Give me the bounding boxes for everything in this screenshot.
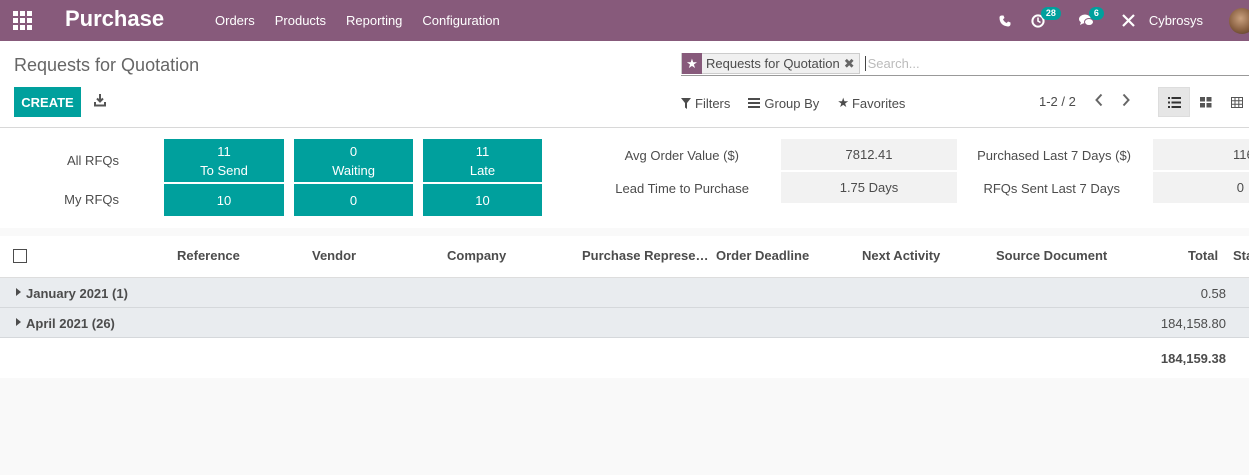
tile-count: 11 [217, 143, 231, 159]
list-view-button[interactable] [1158, 87, 1190, 117]
filter-icon [681, 97, 691, 109]
kpi-purchased-7-days: 11602 [1153, 139, 1249, 170]
kpi-rfqs-sent-label: RFQs Sent Last 7 Days [983, 181, 1120, 196]
search-bar: ★ Requests for Quotation ✖ [681, 52, 1249, 76]
column-total[interactable]: Total [1188, 248, 1218, 263]
activity-icon[interactable]: 28 [1031, 6, 1061, 28]
star-icon: ★ [682, 53, 702, 74]
tile-count: 10 [216, 192, 232, 208]
filters-label: Filters [695, 95, 731, 111]
column-reference[interactable]: Reference [177, 248, 240, 263]
systray: 28 6 Cybrosys [999, 0, 1249, 41]
user-menu[interactable]: Cybrosys [1149, 13, 1203, 28]
my-rfqs-label: My RFQs [64, 192, 119, 207]
search-options: Filters Group By ★ Favorites [681, 95, 923, 111]
kpi-purchased-7-days-label: Purchased Last 7 Days ($) [977, 148, 1131, 163]
group-row-april-2021[interactable]: April 2021 (26) 184,158.80 [0, 308, 1249, 338]
table-view-icon [1231, 96, 1243, 108]
menu-products[interactable]: Products [265, 13, 336, 28]
app-brand[interactable]: Purchase [65, 6, 164, 32]
phone-icon[interactable] [999, 15, 1011, 27]
list-footer: 184,159.38 [0, 338, 1249, 378]
column-next-activity[interactable]: Next Activity [862, 248, 940, 263]
list-header: Reference Vendor Company Purchase Repres… [0, 236, 1249, 278]
column-status[interactable]: Sta [1233, 248, 1249, 263]
messages-icon[interactable]: 6 [1078, 7, 1104, 27]
tile-my-waiting[interactable]: 0 [294, 184, 413, 216]
create-button[interactable]: CREATE [14, 87, 81, 117]
caret-right-icon [16, 318, 21, 326]
tile-my-to-send[interactable]: 10 [164, 184, 284, 216]
tile-all-waiting[interactable]: 0 Waiting [294, 139, 413, 182]
group-by-button[interactable]: Group By [748, 96, 819, 111]
column-purchase-representative[interactable]: Purchase Represe… [582, 248, 708, 263]
group-total: 0.58 [1200, 286, 1226, 301]
kanban-view-button[interactable] [1190, 87, 1222, 117]
menu-configuration[interactable]: Configuration [412, 13, 509, 28]
group-by-label: Group By [764, 95, 820, 111]
column-company[interactable]: Company [447, 248, 506, 263]
pager-next-icon[interactable] [1121, 93, 1131, 110]
column-order-deadline[interactable]: Order Deadline [716, 248, 809, 263]
pivot-view-button[interactable] [1221, 87, 1249, 117]
search-facet: ★ Requests for Quotation ✖ [681, 53, 860, 74]
group-total: 184,158.80 [1160, 316, 1226, 331]
list-view-icon [1167, 96, 1181, 108]
kpi-rfqs-sent: 0 [1153, 172, 1249, 203]
top-navbar: Purchase Orders Products Reporting Confi… [0, 0, 1249, 41]
tile-count: 0 [349, 192, 358, 208]
caret-right-icon [16, 288, 21, 296]
rfq-list: Reference Vendor Company Purchase Repres… [0, 236, 1249, 378]
kpi-avg-order-value: 7812.41 [781, 139, 957, 170]
kanban-view-icon [1200, 96, 1212, 107]
tile-label: Waiting [332, 162, 375, 178]
control-panel: Requests for Quotation ★ Requests for Qu… [0, 41, 1249, 128]
tile-all-late[interactable]: 11 Late [423, 139, 542, 182]
group-row-january-2021[interactable]: January 2021 (1) 0.58 [0, 278, 1249, 308]
favorites-button[interactable]: ★ Favorites [837, 95, 905, 111]
apps-menu-icon[interactable] [13, 11, 32, 30]
pager-value[interactable]: 1-2 / 2 [1039, 94, 1076, 109]
facet-label: Requests for Quotation [706, 56, 840, 71]
messages-badge: 6 [1088, 7, 1104, 20]
kpi-avg-order-value-label: Avg Order Value ($) [624, 148, 739, 163]
pager-previous-icon[interactable] [1094, 93, 1104, 110]
search-input[interactable] [864, 56, 1245, 71]
column-vendor[interactable]: Vendor [312, 248, 356, 263]
tile-label: To Send [200, 162, 248, 178]
group-label: January 2021 (1) [26, 286, 128, 301]
tile-my-late[interactable]: 10 [423, 184, 542, 216]
select-all-checkbox[interactable] [13, 249, 27, 263]
tile-count: 0 [349, 143, 358, 159]
user-avatar[interactable] [1229, 7, 1249, 34]
main-menu: Orders Products Reporting Configuration [205, 0, 510, 41]
grand-total: 184,159.38 [1160, 351, 1226, 366]
kpi-lead-time: 1.75 Days [781, 172, 957, 203]
filters-button[interactable]: Filters [681, 96, 730, 111]
group-label: April 2021 (26) [26, 316, 115, 331]
favorites-label: Favorites [851, 95, 906, 111]
rfq-dashboard: All RFQs My RFQs 11 To Send 0 Waiting 11… [0, 128, 1249, 228]
all-rfqs-label: All RFQs [67, 153, 119, 168]
kpi-lead-time-label: Lead Time to Purchase [615, 181, 749, 196]
tile-label: Late [469, 162, 496, 178]
menu-orders[interactable]: Orders [205, 13, 265, 28]
tile-all-to-send[interactable]: 11 To Send [164, 139, 284, 182]
activity-badge: 28 [1040, 6, 1061, 20]
breadcrumb: Requests for Quotation [14, 55, 200, 75]
menu-reporting[interactable]: Reporting [336, 13, 412, 28]
avatar [1229, 7, 1249, 34]
facet-remove-icon[interactable]: ✖ [844, 56, 859, 72]
debug-tools-icon[interactable] [1122, 14, 1135, 27]
download-icon[interactable] [94, 94, 106, 110]
kpi-purchased-7-days-value: 11602 [1233, 147, 1249, 162]
column-source-document[interactable]: Source Document [996, 248, 1107, 263]
list-icon [748, 98, 761, 108]
star-icon: ★ [837, 95, 849, 110]
tile-count: 11 [475, 143, 490, 159]
tile-count: 10 [475, 192, 490, 208]
